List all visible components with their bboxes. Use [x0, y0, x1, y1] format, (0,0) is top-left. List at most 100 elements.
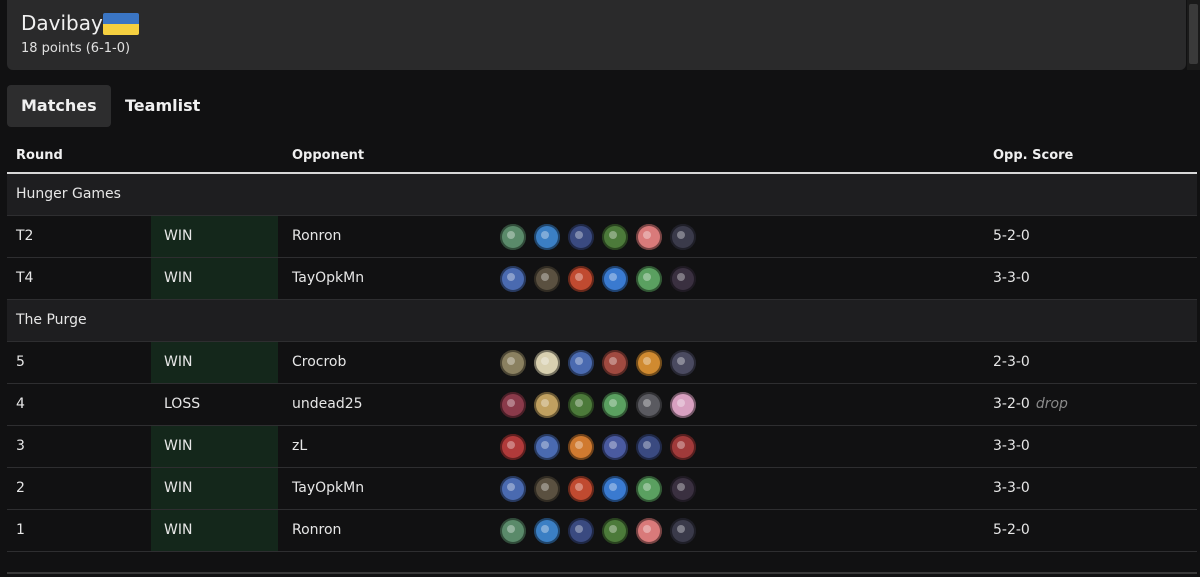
match-row[interactable]: T4 WIN TayOpkMn 3-3-0: [7, 258, 1197, 300]
pokemon-sprite-icon: [602, 266, 628, 292]
table-header: Round Opponent Opp. Score: [7, 140, 1197, 174]
result-badge: LOSS: [164, 396, 201, 412]
pokemon-sprite-icon: [568, 350, 594, 376]
opponent-name[interactable]: TayOpkMn: [292, 468, 364, 509]
pokemon-sprite-icon: [534, 350, 560, 376]
pokemon-sprite-icon: [500, 476, 526, 502]
section-row: Hunger Games: [7, 174, 1197, 216]
ukraine-flag-icon: [103, 13, 139, 35]
pokemon-sprite-icon: [500, 518, 526, 544]
pokemon-sprite-icon: [670, 266, 696, 292]
round-label: T2: [16, 228, 34, 244]
pokemon-sprite-icon: [636, 266, 662, 292]
pokemon-sprite-icon: [636, 434, 662, 460]
pokemon-sprite-icon: [670, 434, 696, 460]
round-label: 4: [16, 396, 25, 412]
pokemon-sprite-icon: [534, 518, 560, 544]
pokemon-sprite-icon: [636, 476, 662, 502]
pokemon-sprite-icon: [670, 224, 696, 250]
pokemon-sprite-icon: [636, 392, 662, 418]
opponent-name[interactable]: TayOpkMn: [292, 258, 364, 299]
opp-score: 5-2-0: [993, 510, 1030, 551]
round-label: 2: [16, 480, 25, 496]
opp-score: 5-2-0: [993, 216, 1030, 257]
section-label: The Purge: [16, 312, 87, 328]
table-body: Hunger Games T2 WIN Ronron 5-2-0 T4 WIN TayOpkM…: [7, 174, 1197, 552]
pokemon-sprite-icon: [602, 350, 628, 376]
pokemon-sprite-icon: [568, 518, 594, 544]
opp-score: 3-3-0: [993, 426, 1030, 467]
match-row[interactable]: 4 LOSS undead25 3-2-0 drop: [7, 384, 1197, 426]
opponent-name[interactable]: Crocrob: [292, 342, 346, 383]
header-opponent: Opponent: [292, 148, 365, 163]
pokemon-sprite-icon: [602, 518, 628, 544]
section-row: The Purge: [7, 300, 1197, 342]
player-header: Davibay 18 points (6-1-0): [7, 0, 1186, 70]
pokemon-sprite-icon: [534, 266, 560, 292]
pokemon-sprite-icon: [534, 224, 560, 250]
pokemon-sprite-icon: [636, 350, 662, 376]
pokemon-sprite-icon: [670, 518, 696, 544]
result-badge: WIN: [151, 216, 278, 257]
result-badge: WIN: [151, 468, 278, 509]
pokemon-sprite-icon: [568, 434, 594, 460]
result-badge: WIN: [151, 342, 278, 383]
tab-teamlist[interactable]: Teamlist: [111, 85, 214, 127]
opponent-name[interactable]: zL: [292, 426, 307, 467]
pokemon-sprite-icon: [670, 476, 696, 502]
score-value: 3-3-0: [993, 270, 1030, 286]
score-value: 5-2-0: [993, 522, 1030, 538]
pokemon-sprite-icon: [568, 266, 594, 292]
pokemon-sprite-icon: [636, 224, 662, 250]
pokemon-sprite-icon: [500, 224, 526, 250]
tab-matches[interactable]: Matches: [7, 85, 111, 127]
pokemon-sprite-icon: [568, 476, 594, 502]
score-value: 5-2-0: [993, 228, 1030, 244]
pokemon-sprite-icon: [500, 434, 526, 460]
player-points: 18 points (6-1-0): [21, 41, 131, 56]
opp-score: 2-3-0: [993, 342, 1030, 383]
pokemon-sprite-icon: [636, 518, 662, 544]
round-label: 1: [16, 522, 25, 538]
opponent-name[interactable]: Ronron: [292, 216, 341, 257]
pokemon-sprite-icon: [500, 266, 526, 292]
pokemon-sprite-icon: [534, 392, 560, 418]
divider: [7, 572, 1197, 574]
drop-note: drop: [1035, 396, 1068, 412]
pokemon-sprite-icon: [568, 224, 594, 250]
scrollbar[interactable]: [1187, 0, 1200, 70]
match-row[interactable]: T2 WIN Ronron 5-2-0: [7, 216, 1197, 258]
result-badge: WIN: [151, 426, 278, 467]
pokemon-sprite-icon: [602, 434, 628, 460]
result-badge: WIN: [151, 510, 278, 551]
pokemon-sprite-icon: [568, 392, 594, 418]
pokemon-sprite-icon: [602, 392, 628, 418]
header-opp-score: Opp. Score: [993, 148, 1074, 163]
match-row[interactable]: 5 WIN Crocrob 2-3-0: [7, 342, 1197, 384]
round-label: 5: [16, 354, 25, 370]
score-value: 3-3-0: [993, 480, 1030, 496]
opp-score: 3-3-0: [993, 468, 1030, 509]
pokemon-sprite-icon: [602, 476, 628, 502]
pokemon-sprite-icon: [670, 350, 696, 376]
score-value: 2-3-0: [993, 354, 1030, 370]
pokemon-sprite-icon: [534, 476, 560, 502]
round-label: T4: [16, 270, 34, 286]
header-round: Round: [16, 148, 63, 163]
round-label: 3: [16, 438, 25, 454]
pokemon-sprite-icon: [500, 392, 526, 418]
match-row[interactable]: 3 WIN zL 3-3-0: [7, 426, 1197, 468]
opponent-name[interactable]: undead25: [292, 384, 363, 425]
result-badge: WIN: [151, 258, 278, 299]
opponent-name[interactable]: Ronron: [292, 510, 341, 551]
pokemon-sprite-icon: [534, 434, 560, 460]
score-value: 3-3-0: [993, 438, 1030, 454]
match-row[interactable]: 2 WIN TayOpkMn 3-3-0: [7, 468, 1197, 510]
matches-table: Round Opponent Opp. Score Hunger Games T2…: [7, 140, 1197, 552]
pokemon-sprite-icon: [500, 350, 526, 376]
opp-score: 3-2-0 drop: [993, 384, 1068, 425]
opp-score: 3-3-0: [993, 258, 1030, 299]
match-row[interactable]: 1 WIN Ronron 5-2-0: [7, 510, 1197, 552]
pokemon-sprite-icon: [602, 224, 628, 250]
score-value: 3-2-0: [993, 396, 1030, 412]
